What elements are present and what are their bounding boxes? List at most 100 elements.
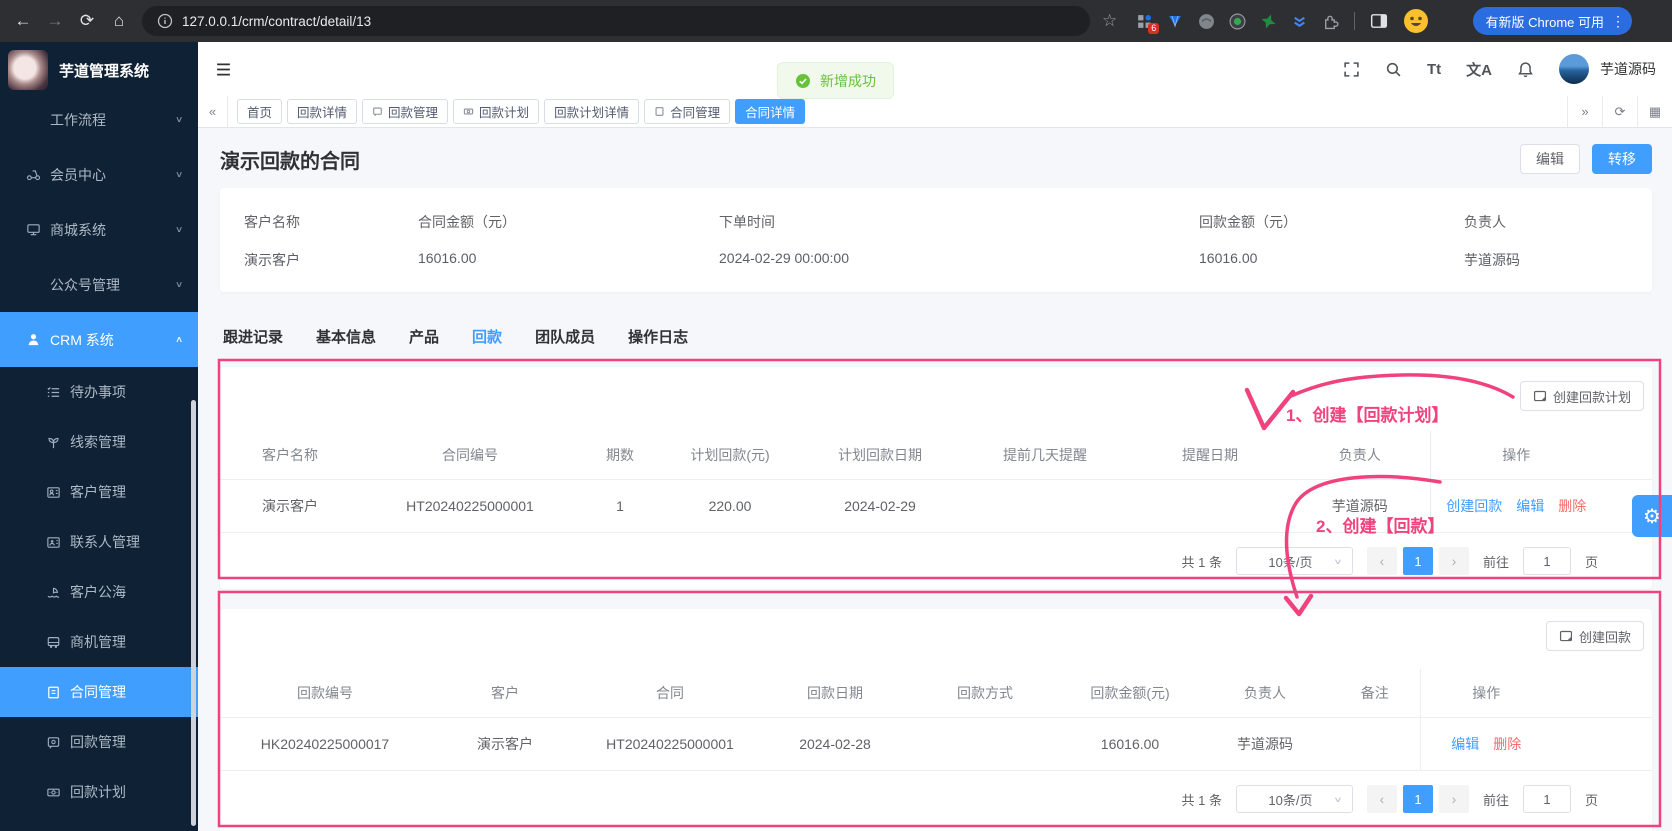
current-page-button[interactable]: 1 xyxy=(1403,547,1433,575)
sidebar-item-mall[interactable]: 商城系统 ∨ xyxy=(0,202,198,257)
sidebar-item-contacts[interactable]: 联系人管理 xyxy=(0,517,198,567)
page-size-select[interactable]: 10条/页 ∨ xyxy=(1236,547,1353,575)
tag-contract-detail[interactable]: 合同详情 xyxy=(735,99,805,124)
next-page-button[interactable]: › xyxy=(1439,785,1469,813)
tags-refresh-icon[interactable]: ⟳ xyxy=(1602,96,1637,127)
page-size-select[interactable]: 10条/页 ∨ xyxy=(1236,785,1353,813)
extension-gray-circle-icon[interactable] xyxy=(1197,12,1215,30)
col-header: 回款编号 xyxy=(220,669,430,718)
tag-receivable-mgmt[interactable]: 回款管理 xyxy=(362,99,448,124)
username[interactable]: 芋道源码 xyxy=(1600,59,1656,79)
detail-tabs: 跟进记录 基本信息 产品 回款 团队成员 操作日志 xyxy=(220,326,1652,347)
extension-kite-icon[interactable] xyxy=(1166,12,1184,30)
address-bar[interactable]: 127.0.0.1/crm/contract/detail/13 xyxy=(142,6,1090,36)
bookmark-star-icon[interactable]: ☆ xyxy=(1102,11,1117,31)
browser-back-icon[interactable]: ← xyxy=(8,6,38,36)
extensions-puzzle-icon[interactable] xyxy=(1321,12,1339,30)
sidebar-item-todo[interactable]: 待办事项 xyxy=(0,367,198,417)
sidebar-item-receivable-plans[interactable]: 回款计划 xyxy=(0,767,198,817)
tags-layout-icon[interactable]: ▦ xyxy=(1637,96,1672,127)
tab-operation-log[interactable]: 操作日志 xyxy=(628,326,688,347)
top-navbar: Tt 文A 芋道源码 xyxy=(198,42,1672,96)
current-page-button[interactable]: 1 xyxy=(1403,785,1433,813)
col-header-actions: 操作 xyxy=(1430,431,1652,480)
prev-page-button[interactable]: ‹ xyxy=(1367,785,1397,813)
extension-blocker-icon[interactable]: 6 xyxy=(1135,12,1153,30)
create-plan-button[interactable]: 创建回款计划 xyxy=(1520,381,1644,411)
receivable-table: 回款编号 客户 合同 回款日期 回款方式 回款金额(元) 负责人 备注 操作 xyxy=(220,669,1652,771)
chrome-separator xyxy=(1354,12,1355,30)
chevron-down-icon: ∨ xyxy=(175,170,183,180)
profile-emoji-icon[interactable] xyxy=(1403,8,1429,34)
translate-icon[interactable]: 文A xyxy=(1466,59,1492,80)
cell-remind-days xyxy=(960,480,1130,533)
tag-home[interactable]: 首页 xyxy=(237,99,282,124)
search-icon[interactable] xyxy=(1385,61,1402,78)
extension-green-dot-icon[interactable] xyxy=(1228,12,1246,30)
create-receivable-button[interactable]: 创建回款 xyxy=(1546,621,1644,651)
sidebar-item-contracts[interactable]: 合同管理 xyxy=(0,667,198,717)
tab-receivable[interactable]: 回款 xyxy=(472,326,502,347)
notifications-bell-icon[interactable] xyxy=(1517,61,1534,78)
sidebar-item-wechat-mgmt[interactable]: 公众号管理 ∨ xyxy=(0,257,198,312)
sidebar-item-crm[interactable]: CRM 系统 ∧ xyxy=(0,312,198,367)
edit-link[interactable]: 编辑 xyxy=(1451,736,1479,752)
col-header: 合同 xyxy=(580,669,760,718)
user-icon xyxy=(26,332,41,347)
col-header: 客户名称 xyxy=(220,431,360,480)
site-info-icon[interactable] xyxy=(156,13,173,30)
browser-forward-icon[interactable]: → xyxy=(40,6,70,36)
tag-label: 回款计划 xyxy=(479,102,529,121)
mall-icon xyxy=(26,222,41,237)
extension-green-star-icon[interactable] xyxy=(1259,12,1277,30)
plan-pagination: 共 1 条 10条/页 ∨ ‹ 1 › 前往 页 xyxy=(220,533,1644,577)
next-page-button[interactable]: › xyxy=(1439,547,1469,575)
page-title: 演示回款的合同 xyxy=(220,145,360,174)
settings-drawer-button[interactable]: ⚙ xyxy=(1632,495,1672,537)
tab-followup[interactable]: 跟进记录 xyxy=(223,326,283,347)
sidebar-item-customers[interactable]: 客户管理 xyxy=(0,467,198,517)
tag-receivable-detail[interactable]: 回款详情 xyxy=(287,99,357,124)
browser-home-icon[interactable]: ⌂ xyxy=(104,6,134,36)
cell-actions: 创建回款编辑删除 xyxy=(1430,480,1652,533)
sidebar-item-opportunities[interactable]: 商机管理 xyxy=(0,617,198,667)
create-receivable-link[interactable]: 创建回款 xyxy=(1446,498,1502,514)
sidebar-item-customer-pool[interactable]: 客户公海 xyxy=(0,567,198,617)
edit-link[interactable]: 编辑 xyxy=(1516,498,1544,514)
sidebar-item-workflow[interactable]: 工作流程 ∨ xyxy=(0,92,198,147)
chrome-update-button[interactable]: 有新版 Chrome 可用 ⋮ xyxy=(1473,7,1632,35)
prev-page-button[interactable]: ‹ xyxy=(1367,547,1397,575)
tab-basic-info[interactable]: 基本信息 xyxy=(316,326,376,347)
create-receivable-label: 创建回款 xyxy=(1579,627,1631,646)
extension-chevrons-icon[interactable] xyxy=(1290,12,1308,30)
chevron-down-icon: ∨ xyxy=(175,115,183,125)
sidebar-item-label: 商机管理 xyxy=(70,632,126,652)
summary-field-order-time: 下单时间 2024-02-29 00:00:00 xyxy=(719,212,1199,270)
tag-plan-detail[interactable]: 回款计划详情 xyxy=(544,99,639,124)
delete-link[interactable]: 删除 xyxy=(1558,498,1586,514)
goto-page-input[interactable] xyxy=(1523,785,1571,813)
sidebar-scrollbar[interactable] xyxy=(191,400,196,826)
font-size-icon[interactable]: Tt xyxy=(1427,61,1441,78)
fullscreen-icon[interactable] xyxy=(1343,61,1360,78)
user-avatar[interactable] xyxy=(1559,54,1589,84)
tag-receivable-plan[interactable]: 回款计划 xyxy=(453,99,539,124)
chrome-menu-icon[interactable]: ⋮ xyxy=(1611,13,1625,30)
delete-link[interactable]: 删除 xyxy=(1493,736,1521,752)
tags-scroll-right-icon[interactable]: » xyxy=(1567,96,1602,127)
browser-reload-icon[interactable]: ⟳ xyxy=(72,6,102,36)
goto-page-input[interactable] xyxy=(1523,547,1571,575)
transfer-button[interactable]: 转移 xyxy=(1592,144,1652,174)
collapse-sidebar-icon[interactable] xyxy=(208,54,238,84)
field-value: 16016.00 xyxy=(418,250,719,266)
tab-products[interactable]: 产品 xyxy=(409,326,439,347)
edit-button[interactable]: 编辑 xyxy=(1520,144,1580,174)
side-panel-icon[interactable] xyxy=(1370,12,1388,30)
tab-team[interactable]: 团队成员 xyxy=(535,326,595,347)
sidebar-item-receivables[interactable]: 回款管理 xyxy=(0,717,198,767)
sidebar-item-member-center[interactable]: 会员中心 ∨ xyxy=(0,147,198,202)
sidebar-item-leads[interactable]: 线索管理 xyxy=(0,417,198,467)
tags-scroll-left-icon[interactable]: « xyxy=(198,96,228,127)
tag-contract-mgmt[interactable]: 合同管理 xyxy=(644,99,730,124)
field-value: 2024-02-29 00:00:00 xyxy=(719,250,1199,266)
